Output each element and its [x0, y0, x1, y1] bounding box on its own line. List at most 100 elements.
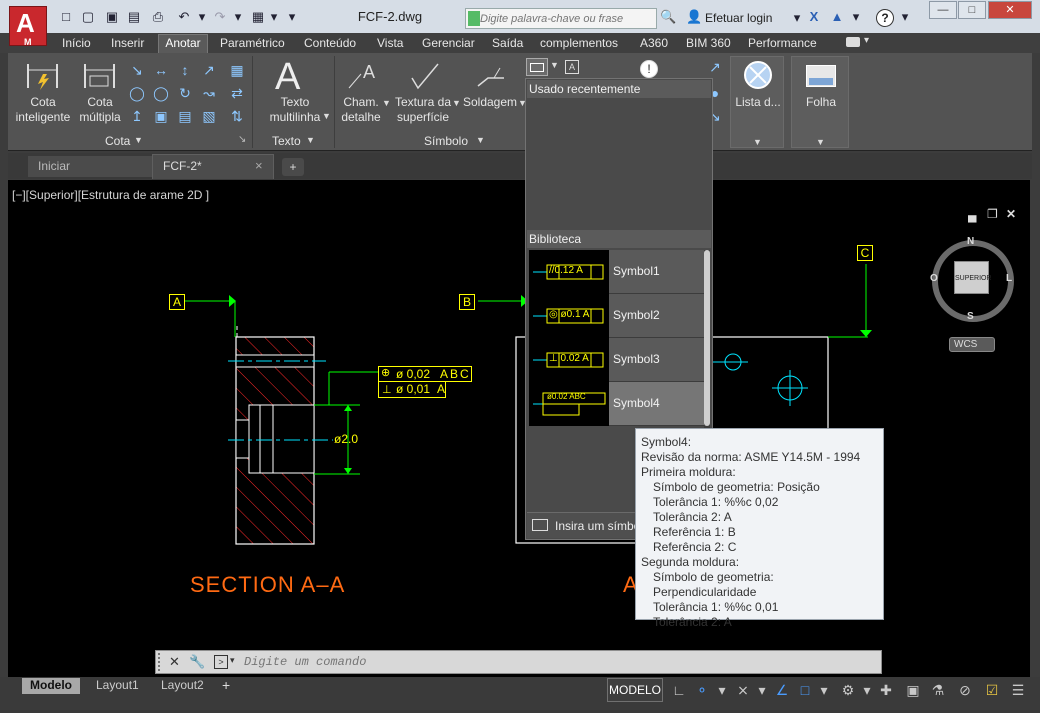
help-icon[interactable]: ?: [876, 9, 894, 27]
tab-inicio[interactable]: Início: [62, 36, 91, 50]
ribbon-minimize-icon[interactable]: [846, 37, 860, 47]
command-input[interactable]: [244, 654, 644, 670]
command-grip-icon[interactable]: [158, 653, 164, 671]
viewport-minimize-icon[interactable]: ▄: [968, 208, 977, 222]
folha-button[interactable]: Folha ▼: [791, 56, 849, 148]
dim-adjust-icon[interactable]: ▧: [200, 107, 218, 125]
workspace-dropdown-icon[interactable]: ▾: [266, 9, 282, 25]
soldagem-button[interactable]: Soldagem: [460, 95, 520, 110]
open-icon[interactable]: ▢: [80, 9, 96, 25]
arc-dim-icon[interactable]: ↻: [176, 84, 194, 102]
customize-status-icon[interactable]: ☰: [1008, 681, 1028, 699]
undo-dropdown-icon[interactable]: ▾: [194, 9, 210, 25]
symbol-item-3[interactable]: ⊥ 0.02 A Symbol3: [529, 338, 704, 382]
symbol-item-2[interactable]: ◎ ø0.1 A Symbol2: [529, 294, 704, 338]
compass-west[interactable]: O: [930, 273, 938, 284]
cham-detalhe-button[interactable]: Cham. detalhe: [338, 95, 384, 125]
text-glyph-icon[interactable]: A: [565, 60, 579, 74]
panel-cota-dropdown-icon[interactable]: ▼: [134, 135, 143, 145]
continue-dim-icon[interactable]: ▣: [152, 107, 170, 125]
tab-inserir[interactable]: Inserir: [111, 36, 144, 50]
tab-parametrico[interactable]: Paramétrico: [220, 36, 285, 50]
symbol-item-1[interactable]: //0.12 A Symbol1: [529, 250, 704, 294]
baseline-dim-icon[interactable]: ↕: [176, 61, 194, 79]
layout-tab-2[interactable]: Layout2: [153, 678, 212, 694]
tab-close-icon[interactable]: ×: [255, 158, 263, 173]
minimize-button[interactable]: —: [929, 1, 957, 19]
diameter-dim-icon[interactable]: ◯: [152, 84, 170, 102]
dim-break-icon[interactable]: ▦: [228, 61, 246, 79]
multiline-text-icon[interactable]: A: [275, 56, 300, 99]
user-icon[interactable]: 👤: [686, 9, 702, 25]
multiple-dimension-icon[interactable]: [82, 60, 118, 92]
clean-screen-icon[interactable]: ⊘: [955, 681, 975, 699]
cota-inteligente-button[interactable]: Cota inteligente: [12, 95, 74, 125]
print-icon[interactable]: ⎙: [150, 9, 166, 25]
polar-tracking-icon[interactable]: ⚬: [692, 681, 712, 699]
command-line[interactable]: ✕ 🔧 > ▾: [155, 650, 882, 674]
viewport-restore-icon[interactable]: ❐: [987, 207, 998, 221]
datum-b-label[interactable]: B: [459, 294, 475, 310]
cota-dialog-launcher-icon[interactable]: ↘: [238, 134, 246, 145]
object-snap-icon[interactable]: □: [795, 681, 815, 699]
workspace-icon[interactable]: ▦: [250, 9, 266, 25]
save-as-icon[interactable]: ▤: [126, 9, 142, 25]
panel-title-texto[interactable]: Texto: [272, 134, 301, 148]
smart-dimension-icon[interactable]: [25, 60, 61, 92]
dim-space-icon[interactable]: ⇄: [228, 84, 246, 102]
fcf-gallery-button[interactable]: [526, 58, 548, 76]
new-icon[interactable]: □: [58, 9, 74, 25]
annotation-scale-icon[interactable]: ✚: [876, 681, 896, 699]
search-input[interactable]: [480, 11, 650, 26]
autodesk-a360-icon[interactable]: ▲: [829, 9, 845, 25]
cota-multipla-button[interactable]: Cota múltipla: [72, 95, 128, 125]
model-space-button[interactable]: MODELO: [607, 678, 663, 702]
hardware-acceleration-icon[interactable]: ⚗: [928, 681, 948, 699]
texto-multilinha-button[interactable]: Texto multilinha: [262, 95, 328, 125]
command-customize-icon[interactable]: 🔧: [189, 654, 205, 670]
jogged-dim-icon[interactable]: ↝: [200, 84, 218, 102]
tab-performance[interactable]: Performance: [748, 36, 817, 50]
tab-complementos[interactable]: complementos: [540, 36, 618, 50]
layout-tab-model[interactable]: Modelo: [22, 678, 80, 694]
fcf-gallery-dropdown-icon[interactable]: ▼: [550, 60, 559, 70]
surface-texture-icon[interactable]: [408, 60, 444, 92]
object-snap-tracking-icon[interactable]: ∠: [772, 681, 792, 699]
ribbon-options-icon[interactable]: ▾: [864, 35, 869, 46]
save-icon[interactable]: ▣: [104, 9, 120, 25]
object-snap-dropdown-icon[interactable]: ▾: [814, 681, 834, 699]
datum-a-label[interactable]: A: [169, 294, 185, 310]
help-dropdown-icon[interactable]: ▾: [897, 9, 913, 25]
workspace-gear-dropdown-icon[interactable]: ▾: [857, 681, 877, 699]
section-label[interactable]: SECTION A–A: [190, 572, 345, 598]
symbol-item-4[interactable]: ø0.02 ABC Symbol4: [529, 382, 704, 426]
search-box[interactable]: [465, 8, 657, 29]
sign-in-dropdown-icon[interactable]: ▾: [789, 10, 805, 26]
tab-a360[interactable]: A360: [640, 36, 668, 50]
redo-dropdown-icon[interactable]: ▾: [230, 9, 246, 25]
viewcube-face[interactable]: SUPERIOR: [954, 261, 992, 294]
tab-saida[interactable]: Saída: [492, 36, 523, 50]
isodraft-dropdown-icon[interactable]: ▾: [752, 681, 772, 699]
lista-de-button[interactable]: Lista d... ▼: [730, 56, 784, 148]
layout-tab-1[interactable]: Layout1: [88, 678, 147, 694]
application-menu-button[interactable]: A M: [9, 6, 47, 47]
diameter-dimension-text[interactable]: ø2.0: [334, 432, 358, 446]
dim-style-icon[interactable]: ↗: [706, 58, 724, 76]
linear-dim-icon[interactable]: ↘: [128, 61, 146, 79]
workspace-gear-icon[interactable]: ⚙: [838, 681, 858, 699]
wcs-menu[interactable]: WCS: [949, 337, 995, 352]
search-icon[interactable]: 🔍: [660, 9, 676, 25]
command-prompt-icon[interactable]: >: [214, 655, 228, 669]
exchange-apps-icon[interactable]: X: [806, 9, 822, 25]
dim-reassociate-icon[interactable]: ⇅: [228, 107, 246, 125]
viewport-controls-label[interactable]: [−][Superior][Estrutura de arame 2D ]: [12, 188, 209, 202]
polar-dropdown-icon[interactable]: ▾: [712, 681, 732, 699]
tab-vista[interactable]: Vista: [377, 36, 403, 50]
panel-simbolo-dropdown-icon[interactable]: ▼: [476, 135, 485, 145]
new-tab-button[interactable]: +: [282, 158, 304, 176]
feature-control-frame[interactable]: ⊕ ø 0,02 A B C ⊥ ø 0,01 A: [378, 366, 472, 399]
viewport-close-icon[interactable]: ✕: [1006, 207, 1016, 221]
ordinate-dim-icon[interactable]: ↥: [128, 107, 146, 125]
add-layout-icon[interactable]: +: [222, 677, 230, 693]
